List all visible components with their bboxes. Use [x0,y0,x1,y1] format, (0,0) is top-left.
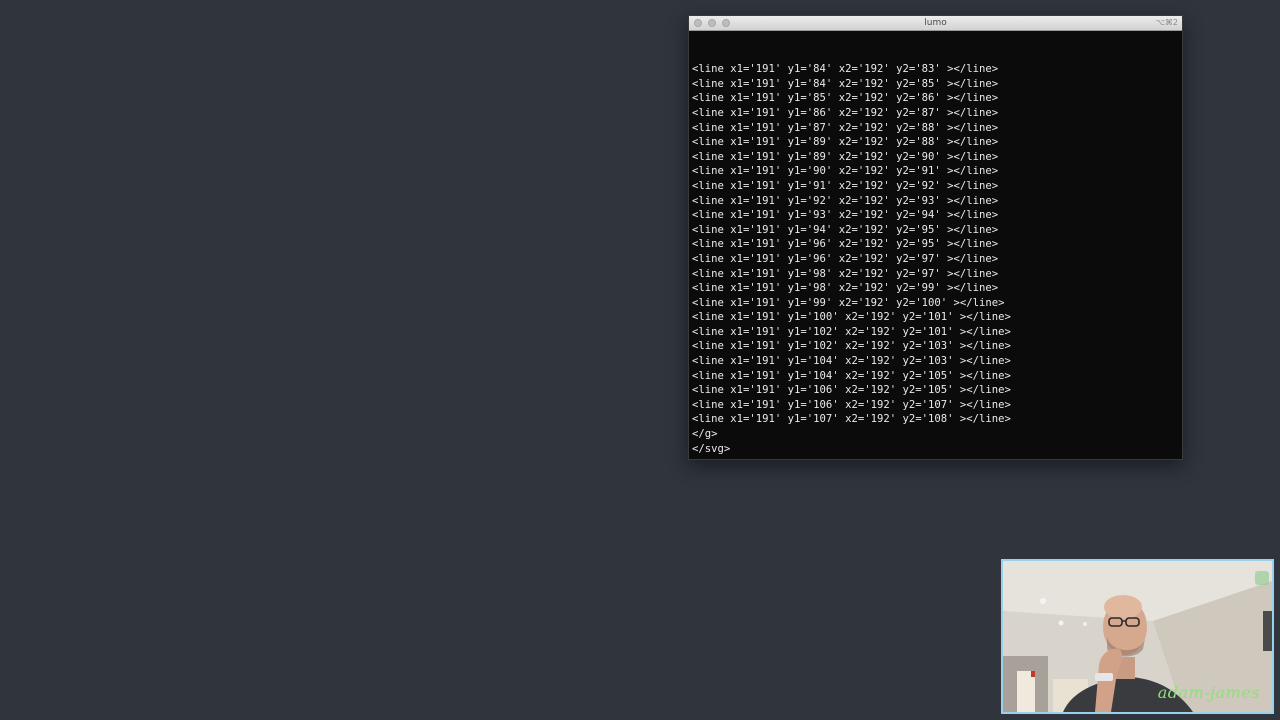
terminal-window[interactable]: lumo ⌥⌘2 <line x1='191' y1='84' x2='192'… [688,15,1183,460]
webcam-overlay: adam-james [1001,559,1274,714]
terminal-line: <line x1='191' y1='89' x2='192' y2='90' … [692,150,999,163]
terminal-titlebar[interactable]: lumo ⌥⌘2 [689,16,1182,31]
terminal-line: <line x1='191' y1='100' x2='192' y2='101… [692,311,1011,324]
terminal-line: <line x1='191' y1='91' x2='192' y2='92' … [692,179,999,192]
terminal-output[interactable]: <line x1='191' y1='84' x2='192' y2='83' … [692,33,1179,459]
terminal-line: <line x1='191' y1='96' x2='192' y2='97' … [692,252,999,265]
terminal-line: <line x1='191' y1='98' x2='192' y2='97' … [692,267,999,280]
terminal-line: <line x1='191' y1='84' x2='192' y2='85' … [692,77,999,90]
terminal-line: <line x1='191' y1='104' x2='192' y2='103… [692,355,1011,368]
terminal-line: <line x1='191' y1='87' x2='192' y2='88' … [692,121,999,134]
terminal-line: <line x1='191' y1='96' x2='192' y2='95' … [692,238,999,251]
webcam-signature: adam-james [1157,683,1260,702]
terminal-line: <line x1='191' y1='93' x2='192' y2='94' … [692,209,999,222]
terminal-shortcut: ⌥⌘2 [1155,18,1178,27]
terminal-line: <line x1='191' y1='98' x2='192' y2='99' … [692,282,999,295]
terminal-title: lumo [924,18,947,28]
terminal-line: </g> [692,428,718,441]
terminal-line: <line x1='191' y1='92' x2='192' y2='93' … [692,194,999,207]
terminal-line: <line x1='191' y1='102' x2='192' y2='103… [692,340,1011,353]
terminal-line: <line x1='191' y1='94' x2='192' y2='95' … [692,223,999,236]
terminal-line: <line x1='191' y1='106' x2='192' y2='107… [692,398,1011,411]
desktop: lumo ⌥⌘2 <line x1='191' y1='84' x2='192'… [0,0,1280,720]
terminal-line: <line x1='191' y1='104' x2='192' y2='105… [692,369,1011,382]
terminal-line: <line x1='191' y1='85' x2='192' y2='86' … [692,92,999,105]
terminal-line: <line x1='191' y1='84' x2='192' y2='83' … [692,63,999,76]
terminal-line: <line x1='191' y1='107' x2='192' y2='108… [692,413,1011,426]
terminal-line: <line x1='191' y1='99' x2='192' y2='100'… [692,296,1005,309]
terminal-line: <line x1='191' y1='89' x2='192' y2='88' … [692,136,999,149]
terminal-line: <line x1='191' y1='106' x2='192' y2='105… [692,384,1011,397]
terminal-line: <line x1='191' y1='102' x2='192' y2='101… [692,325,1011,338]
terminal-line: <line x1='191' y1='90' x2='192' y2='91' … [692,165,999,178]
terminal-line: </svg> [692,442,731,455]
terminal-line: <line x1='191' y1='86' x2='192' y2='87' … [692,106,999,119]
